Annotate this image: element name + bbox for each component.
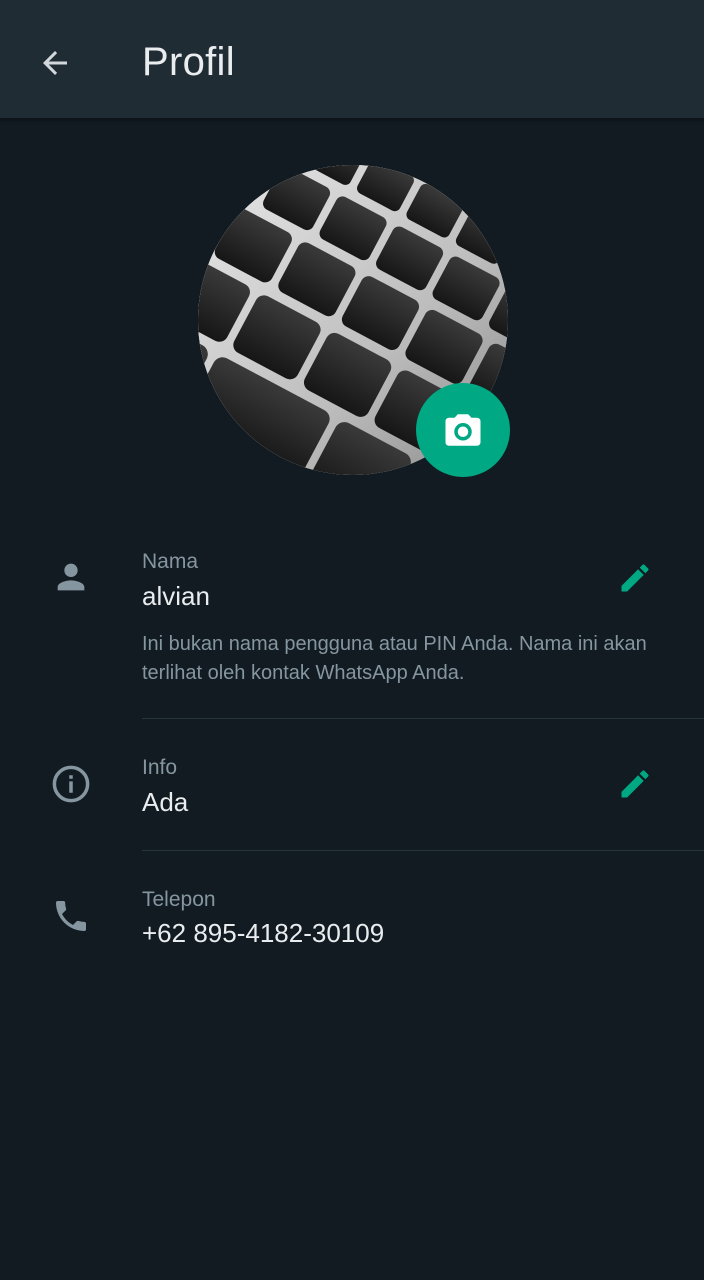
person-icon [46, 552, 96, 602]
name-label: Nama [142, 550, 199, 573]
divider [142, 850, 704, 851]
pencil-icon [621, 770, 649, 798]
arrow-back-icon [43, 51, 67, 75]
back-button[interactable] [28, 38, 82, 88]
change-photo-button[interactable] [416, 383, 510, 477]
edit-name-button[interactable] [612, 555, 658, 601]
name-value[interactable]: alvian [142, 581, 210, 612]
info-value[interactable]: Ada [142, 787, 188, 818]
page-title: Profil [142, 40, 235, 84]
app-bar: Profil [0, 0, 704, 118]
profile-photo-container [198, 165, 510, 477]
name-hint: Ini bukan nama pengguna atau PIN Anda. N… [142, 633, 647, 684]
phone-label: Telepon [142, 888, 216, 911]
phone-icon [46, 891, 96, 941]
edit-info-button[interactable] [612, 761, 658, 807]
camera-icon [445, 414, 481, 446]
info-label: Info [142, 756, 178, 779]
phone-value: +62 895-4182-30109 [142, 918, 385, 948]
divider [142, 718, 704, 719]
pencil-icon [621, 564, 649, 592]
info-icon [46, 759, 96, 809]
